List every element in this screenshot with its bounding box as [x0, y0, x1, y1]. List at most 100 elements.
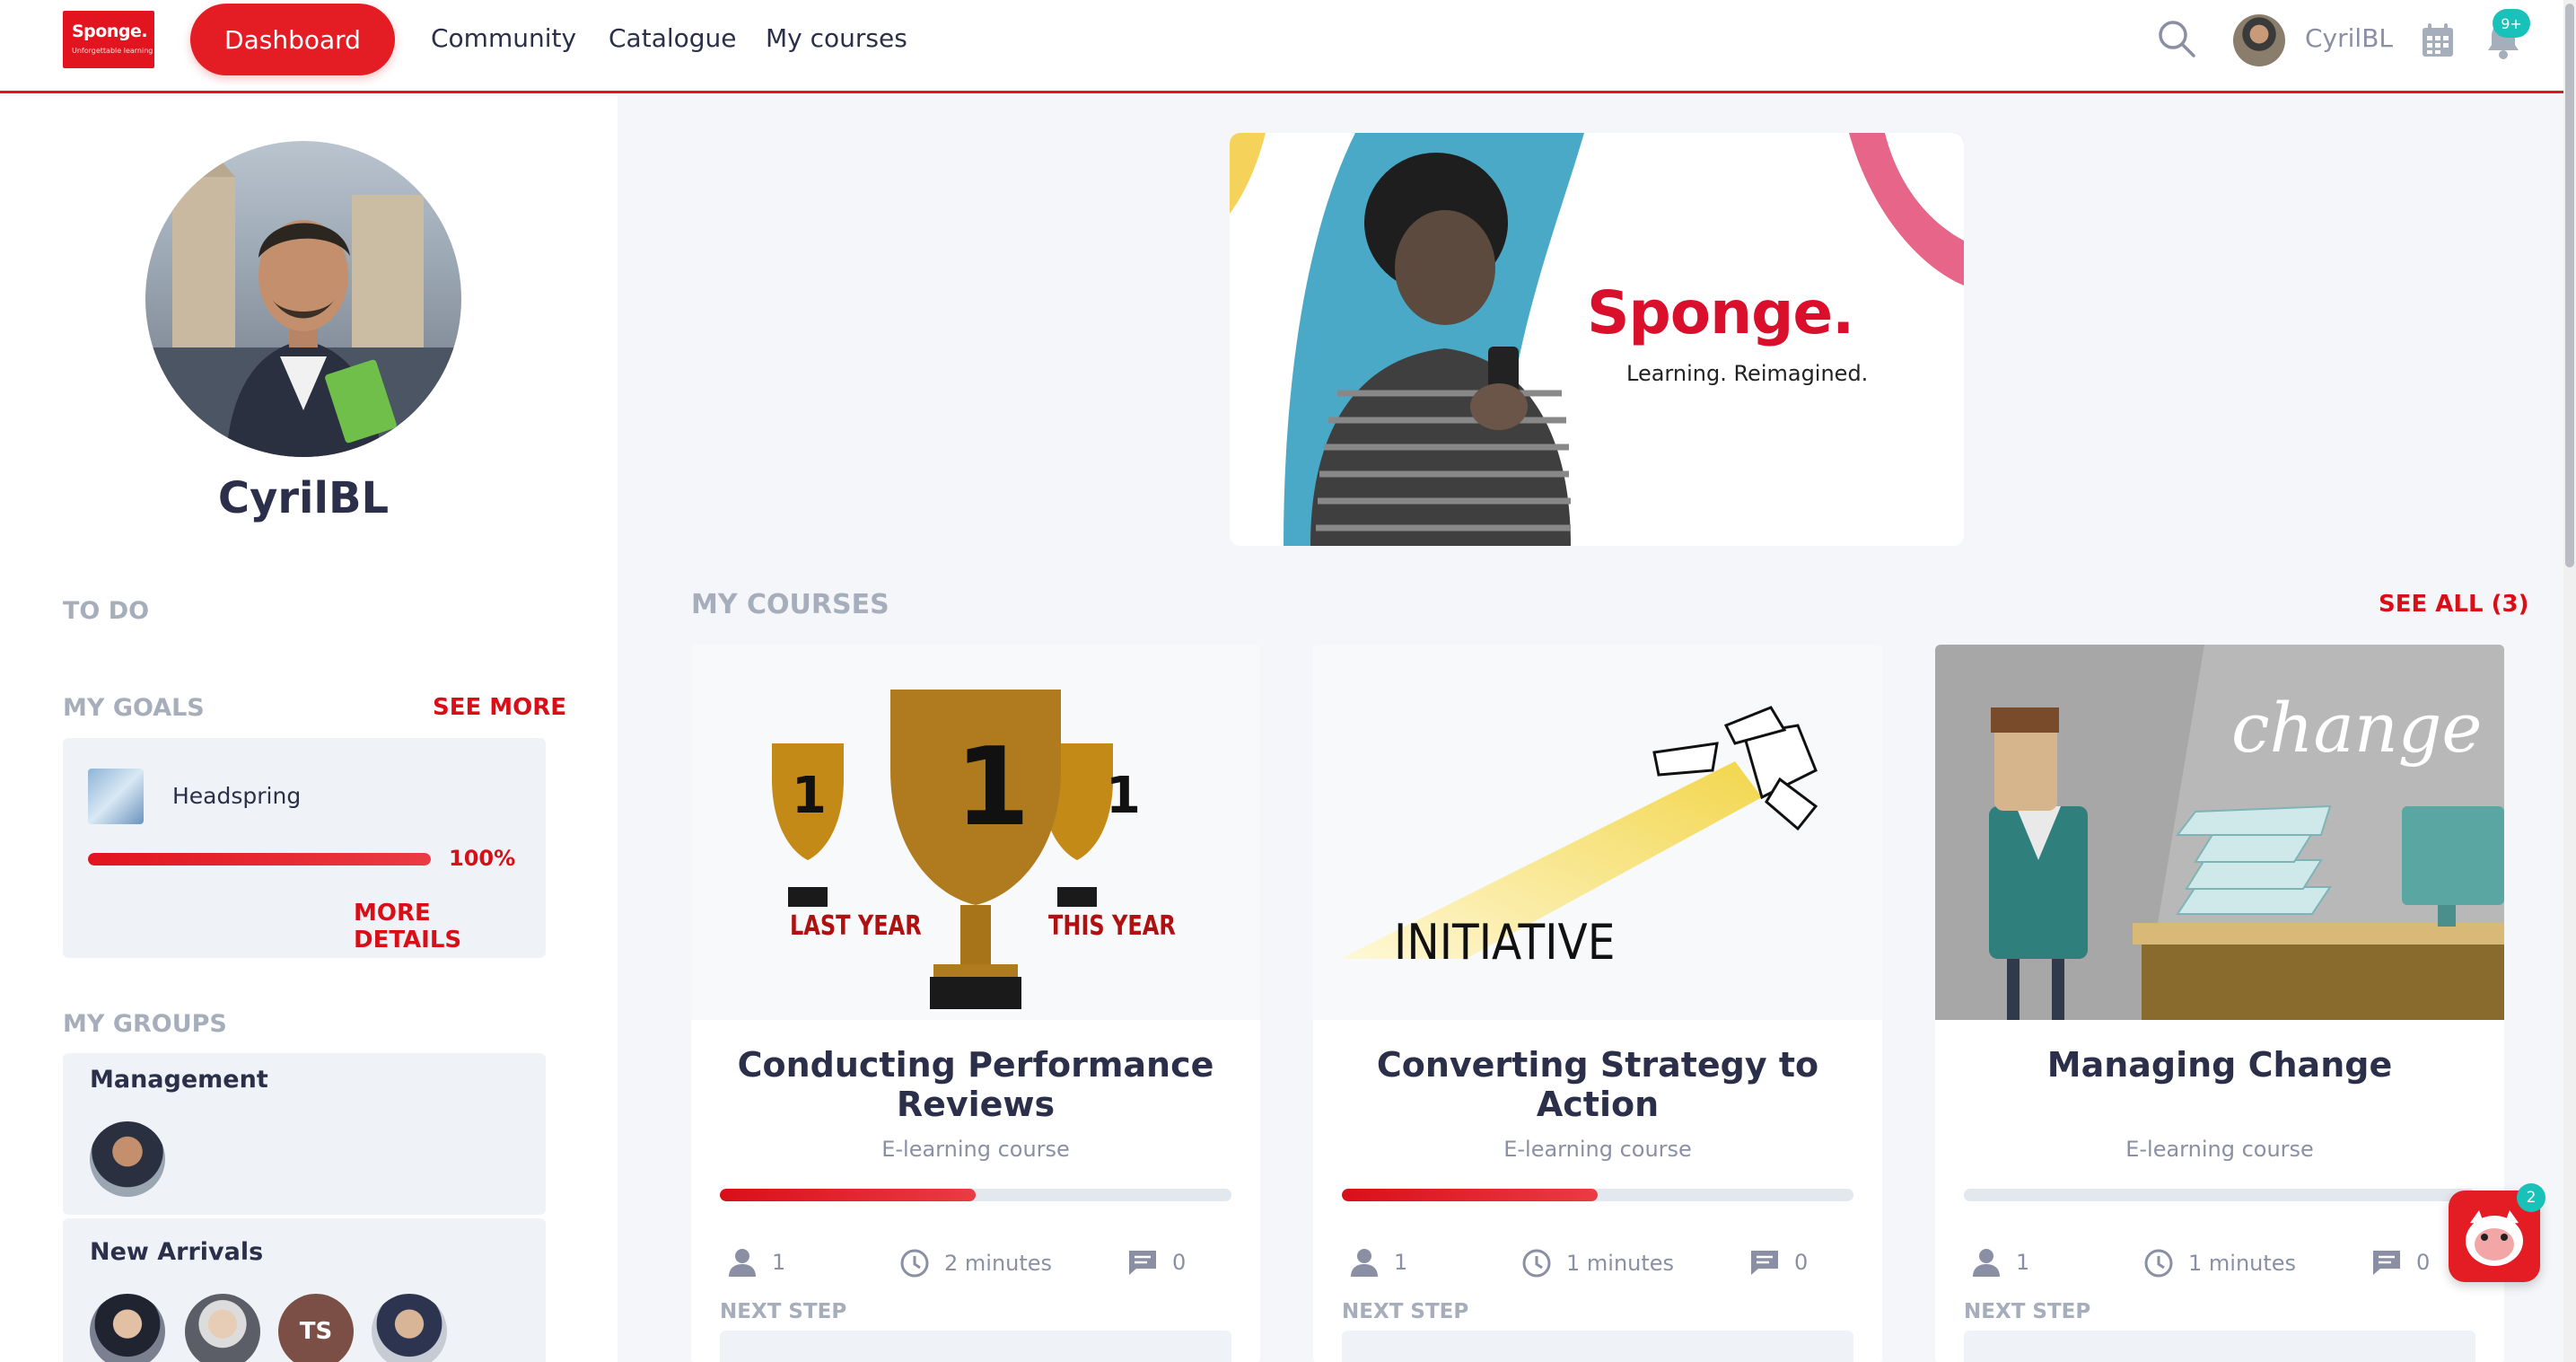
comments-value: 0	[2416, 1250, 2431, 1275]
member-avatar[interactable]	[185, 1294, 260, 1362]
goal-card[interactable]: Headspring 100% MORE DETAILS	[63, 738, 546, 958]
comments-count: 0	[2371, 1248, 2430, 1277]
my-goals-title: MY GOALS	[63, 694, 205, 722]
profile-sidebar: CyrilBL TO DO MY GOALS SEE MORE Headspri…	[0, 96, 618, 1362]
clock-icon	[1521, 1248, 1552, 1279]
profile-name: CyrilBL	[217, 473, 390, 523]
comments-count: 0	[1127, 1248, 1186, 1277]
course-type: E-learning course	[1503, 1137, 1692, 1162]
course-card[interactable]: change Managing Change E-learning course…	[1935, 645, 2504, 1362]
group-card-new-arrivals[interactable]: New Arrivals TS	[63, 1218, 546, 1362]
more-details-link[interactable]: MORE DETAILS	[354, 900, 546, 953]
initiative-label: INITIATIVE	[1394, 914, 1616, 971]
change-label: change	[2231, 688, 2483, 768]
next-step-item[interactable]	[1964, 1331, 2475, 1362]
see-all-courses-link[interactable]: SEE ALL (3)	[2379, 591, 2528, 618]
member-avatar[interactable]	[90, 1121, 165, 1197]
group-name: New Arrivals	[90, 1238, 264, 1266]
course-progress-bar	[720, 1189, 1231, 1201]
learners-count: 1	[1349, 1248, 1407, 1277]
course-thumbnail: change	[1935, 645, 2504, 1020]
course-title[interactable]: Managing Change	[1962, 1045, 2477, 1085]
next-step-label: NEXT STEP	[1342, 1300, 1469, 1323]
goal-progress-label: 100%	[449, 846, 516, 871]
member-avatar[interactable]	[90, 1294, 165, 1362]
notification-badge: 9+	[2493, 9, 2530, 38]
course-progress-fill	[1342, 1189, 1598, 1201]
course-card[interactable]: INITIATIVE Converting Strategy to Action…	[1313, 645, 1882, 1362]
logo-tagline: Unforgettable learning	[72, 47, 153, 55]
user-icon	[1971, 1248, 2002, 1277]
top-navigation-bar: Sponge. Unforgettable learning Dashboard…	[0, 0, 2576, 93]
user-icon	[1349, 1248, 1380, 1277]
banner-brand: Sponge.	[1587, 278, 1854, 347]
profile-photo	[145, 141, 461, 457]
course-thumbnail: 1 1 1 LAST YEAR THIS YEAR	[691, 645, 1260, 1020]
course-progress-bar	[1342, 1189, 1853, 1201]
next-step-item[interactable]	[1342, 1331, 1853, 1362]
goals-see-more-link[interactable]: SEE MORE	[433, 694, 566, 721]
nav-link-community[interactable]: Community	[431, 23, 576, 53]
next-step-label: NEXT STEP	[1964, 1300, 2091, 1323]
user-name-label[interactable]: CyrilBL	[2305, 23, 2393, 53]
next-step-item[interactable]	[720, 1331, 1231, 1362]
todo-title: TO DO	[63, 597, 150, 625]
course-progress-fill	[720, 1189, 976, 1201]
learners-count: 1	[727, 1248, 785, 1277]
logo-text: Sponge.	[72, 22, 148, 41]
my-courses-title: MY COURSES	[691, 589, 889, 620]
goal-thumbnail	[88, 769, 144, 824]
duration: 2 minutes	[899, 1248, 1052, 1279]
goal-progress-bar	[88, 853, 431, 866]
comment-icon	[2371, 1248, 2402, 1277]
duration-value: 2 minutes	[944, 1251, 1053, 1276]
trophy-label-right: THIS YEAR	[1048, 910, 1176, 942]
learners-value: 1	[772, 1250, 786, 1275]
nav-link-catalogue[interactable]: Catalogue	[609, 23, 737, 53]
chat-unread-badge: 2	[2517, 1183, 2545, 1212]
page-scrollbar-thumb[interactable]	[2565, 4, 2574, 567]
duration-value: 1 minutes	[1566, 1251, 1675, 1276]
learners-count: 1	[1971, 1248, 2029, 1277]
member-avatar-initials[interactable]: TS	[278, 1294, 354, 1362]
group-name: Management	[90, 1066, 268, 1094]
trophy-rank-right: 1	[1106, 767, 1141, 825]
comments-value: 0	[1794, 1250, 1809, 1275]
course-type: E-learning course	[2125, 1137, 2314, 1162]
nav-link-my-courses[interactable]: My courses	[766, 23, 907, 53]
course-card[interactable]: 1 1 1 LAST YEAR THIS YEAR Conducting Per…	[691, 645, 1260, 1362]
dashboard-button[interactable]: Dashboard	[190, 4, 395, 75]
duration: 1 minutes	[1521, 1248, 1674, 1279]
calendar-icon[interactable]	[2420, 22, 2456, 63]
user-avatar[interactable]	[2233, 14, 2285, 66]
course-thumbnail: INITIATIVE	[1313, 645, 1882, 1020]
comments-count: 0	[1749, 1248, 1808, 1277]
trophy-rank: 1	[955, 725, 1030, 850]
duration-value: 1 minutes	[2188, 1251, 2297, 1276]
clock-icon	[2143, 1248, 2174, 1279]
clock-icon	[899, 1248, 930, 1279]
comments-value: 0	[1172, 1250, 1187, 1275]
comment-icon	[1749, 1248, 1780, 1277]
trophy-label-left: LAST YEAR	[790, 910, 922, 942]
banner-tagline: Learning. Reimagined.	[1626, 361, 1869, 386]
group-card-management[interactable]: Management	[63, 1053, 546, 1215]
sponge-logo[interactable]: Sponge. Unforgettable learning	[63, 11, 154, 68]
course-title[interactable]: Converting Strategy to Action	[1340, 1045, 1855, 1124]
my-groups-title: MY GROUPS	[63, 1010, 227, 1038]
next-step-label: NEXT STEP	[720, 1300, 847, 1323]
goal-name: Headspring	[172, 783, 302, 809]
comment-icon	[1127, 1248, 1158, 1277]
course-progress-bar	[1964, 1189, 2475, 1201]
learners-value: 1	[1394, 1250, 1408, 1275]
welcome-banner: Sponge. Learning. Reimagined.	[1230, 133, 1964, 546]
search-icon[interactable]	[2156, 18, 2197, 63]
user-icon	[727, 1248, 758, 1277]
course-title[interactable]: Conducting Performance Reviews	[718, 1045, 1233, 1124]
course-type: E-learning course	[881, 1137, 1070, 1162]
duration: 1 minutes	[2143, 1248, 2296, 1279]
member-avatar[interactable]	[372, 1294, 447, 1362]
trophy-rank-left: 1	[792, 767, 827, 825]
learners-value: 1	[2016, 1250, 2030, 1275]
goal-progress-fill	[88, 853, 431, 866]
